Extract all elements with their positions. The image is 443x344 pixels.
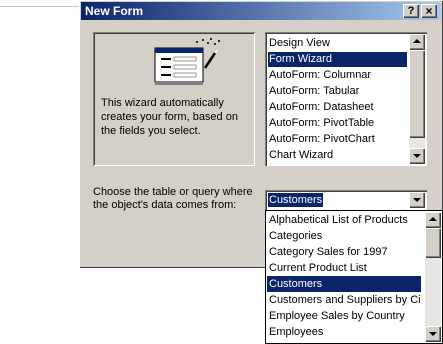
- list-item-autoform-pivotchart[interactable]: AutoForm: PivotChart: [268, 132, 375, 147]
- list-item-chart-wizard[interactable]: Chart Wizard: [268, 148, 333, 163]
- close-button[interactable]: ×: [421, 4, 437, 18]
- scroll-up-button[interactable]: [409, 34, 425, 50]
- dropdown-option[interactable]: Categories: [267, 228, 421, 244]
- scroll-thumb[interactable]: [409, 50, 425, 138]
- dropdown-button[interactable]: [409, 192, 425, 208]
- dropdown-option[interactable]: Category Sales for 1997: [267, 244, 421, 260]
- scroll-down-icon: [413, 154, 421, 158]
- dropdown-option[interactable]: Employees: [267, 324, 421, 340]
- wizard-description: This wizard automatically creates your f…: [101, 97, 238, 137]
- source-dropdown-list[interactable]: Alphabetical List of Products Categories…: [265, 210, 443, 344]
- help-button[interactable]: ?: [403, 4, 419, 18]
- source-selected-value[interactable]: Customers: [268, 193, 324, 207]
- window-title: New Form: [85, 4, 144, 18]
- dropdown-option[interactable]: Customers and Suppliers by Ci: [267, 292, 421, 308]
- preview-panel: This wizard automatically creates your f…: [93, 32, 255, 166]
- scroll-up-icon: [413, 39, 421, 43]
- list-item-autoform-pivottable[interactable]: AutoForm: PivotTable: [268, 116, 374, 131]
- help-icon: ?: [407, 5, 415, 17]
- list-item-autoform-datasheet[interactable]: AutoForm: Datasheet: [268, 100, 374, 115]
- list-item-form-wizard[interactable]: Form Wizard: [268, 52, 407, 67]
- dropdown-scrollbar[interactable]: [425, 212, 441, 342]
- close-icon: ×: [425, 4, 433, 18]
- source-combobox[interactable]: Customers: [265, 190, 427, 210]
- dropdown-scroll-down-button[interactable]: [425, 326, 441, 342]
- dropdown-scroll-thumb[interactable]: [425, 228, 441, 258]
- list-item-autoform-tabular[interactable]: AutoForm: Tabular: [268, 84, 359, 99]
- dropdown-option[interactable]: Current Product List: [267, 260, 421, 276]
- wizard-wand-icon: [154, 38, 220, 85]
- form-type-scrollbar[interactable]: [409, 34, 425, 164]
- scroll-up-icon: [429, 217, 437, 221]
- dropdown-option[interactable]: Employee Sales by Country: [267, 308, 421, 324]
- dropdown-option-selected[interactable]: Customers: [267, 276, 421, 292]
- background-area: [0, 0, 79, 344]
- form-type-list[interactable]: Design View Form Wizard AutoForm: Column…: [265, 32, 427, 166]
- background-line: [0, 6, 79, 7]
- list-item-autoform-columnar[interactable]: AutoForm: Columnar: [268, 68, 371, 83]
- title-bar[interactable]: New Form ? ×: [81, 2, 441, 20]
- scroll-down-button[interactable]: [409, 148, 425, 164]
- source-prompt-label: Choose the table or query where the obje…: [93, 186, 253, 211]
- dropdown-option[interactable]: Alphabetical List of Products: [267, 212, 421, 228]
- dropdown-scroll-up-button[interactable]: [425, 212, 441, 228]
- scroll-down-icon: [429, 332, 437, 336]
- list-item-design-view[interactable]: Design View: [268, 36, 330, 51]
- dropdown-arrow-icon: [413, 198, 421, 202]
